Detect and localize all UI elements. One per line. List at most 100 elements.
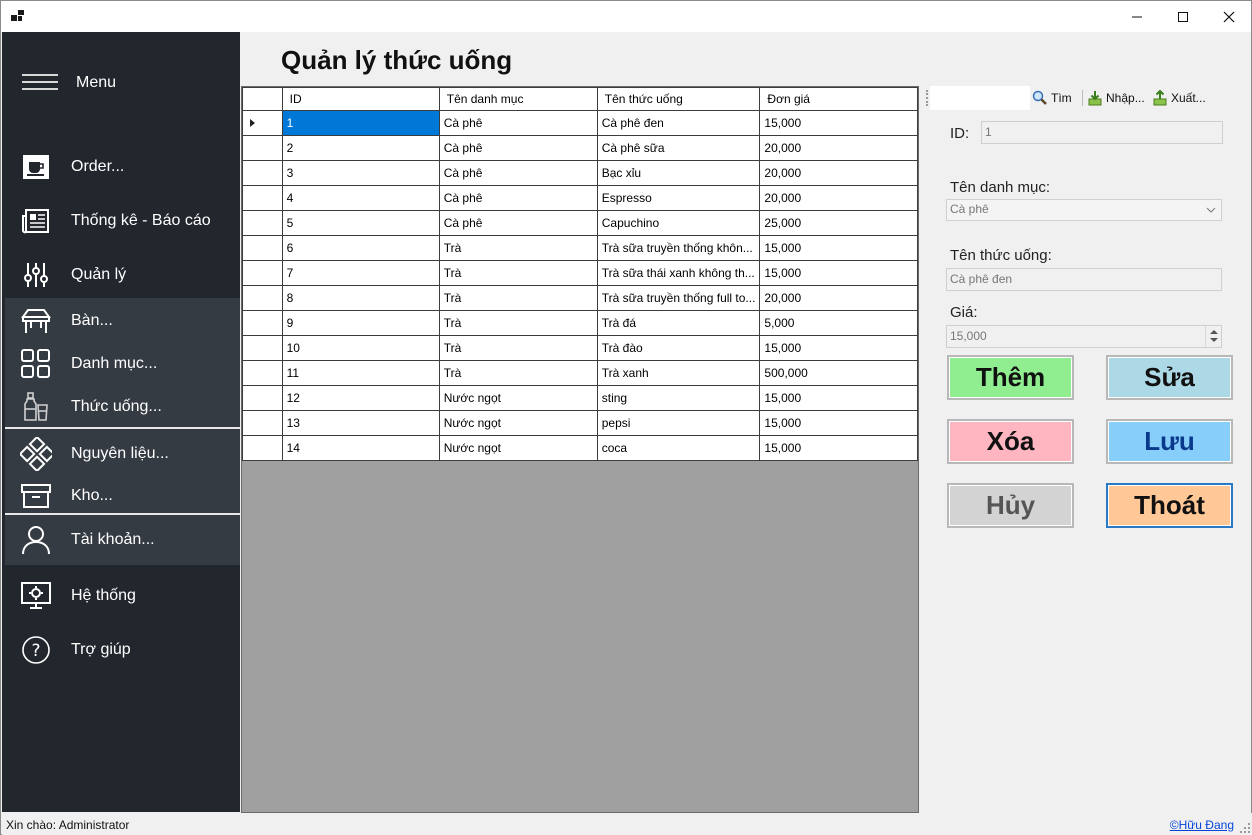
cell-id[interactable]: 3 (281, 160, 440, 186)
row-header[interactable] (242, 310, 283, 336)
cell-category[interactable]: Nước ngọt (438, 385, 598, 411)
table-row[interactable]: 3 Cà phê Bạc xỉu 20,000 (242, 160, 918, 186)
cell-price[interactable]: 15,000 (759, 260, 918, 286)
cell-name[interactable]: Cà phê đen (596, 110, 761, 136)
add-button[interactable]: Thêm (947, 355, 1074, 400)
sidebar-item-thong-ke[interactable]: Thống kê - Báo cáo (2, 199, 240, 243)
import-button[interactable]: Nhập... (1087, 89, 1145, 107)
sidebar-item-kho[interactable]: Kho... (2, 474, 240, 518)
cell-category[interactable]: Trà (438, 335, 598, 361)
cell-category[interactable]: Trà (438, 260, 598, 286)
cell-category[interactable]: Trà (438, 235, 598, 261)
chevron-down-icon[interactable] (1201, 200, 1221, 220)
row-header[interactable] (242, 435, 283, 461)
cell-price[interactable]: 15,000 (759, 110, 918, 136)
cell-name[interactable]: sting (596, 385, 761, 411)
id-field[interactable]: 1 (981, 121, 1223, 144)
row-header[interactable] (242, 360, 283, 386)
cell-price[interactable]: 15,000 (759, 410, 918, 436)
cell-name[interactable]: Trà đá (596, 310, 761, 336)
cell-price[interactable]: 500,000 (759, 360, 918, 386)
table-row[interactable]: 6 Trà Trà sữa truyền thống khôn... 15,000 (242, 235, 918, 261)
table-row[interactable]: 7 Trà Trà sữa thái xanh không th... 15,000 (242, 260, 918, 286)
row-header[interactable] (242, 185, 283, 211)
cell-category[interactable]: Cà phê (438, 110, 598, 136)
sidebar-item-he-thong[interactable]: Hệ thống (2, 574, 240, 618)
row-header[interactable] (242, 335, 283, 361)
cell-id[interactable]: 14 (281, 435, 440, 461)
table-row[interactable]: 13 Nước ngọt pepsi 15,000 (242, 410, 918, 436)
cell-id[interactable]: 12 (281, 385, 440, 411)
cell-price[interactable]: 15,000 (759, 235, 918, 261)
cell-category[interactable]: Nước ngọt (438, 435, 598, 461)
cell-id[interactable]: 5 (281, 210, 440, 236)
drinks-data-grid[interactable]: ID Tên danh mục Tên thức uống Đơn giá 1C… (241, 86, 919, 813)
sidebar-item-ban[interactable]: Bàn... (2, 299, 240, 343)
cell-price[interactable]: 20,000 (759, 160, 918, 186)
row-header[interactable] (242, 410, 283, 436)
sidebar-item-tai-khoan[interactable]: Tài khoản... (2, 518, 240, 562)
column-header-id[interactable]: ID (281, 87, 440, 111)
row-header[interactable] (242, 210, 283, 236)
cell-id[interactable]: 6 (281, 235, 440, 261)
table-row[interactable]: 10 Trà Trà đào 15,000 (242, 335, 918, 361)
sidebar-item-order[interactable]: Order... (2, 145, 240, 189)
table-row[interactable]: 9 Trà Trà đá 5,000 (242, 310, 918, 336)
cell-id[interactable]: 11 (281, 360, 440, 386)
sidebar-item-danh-muc[interactable]: Danh mục... (2, 342, 240, 386)
cell-price[interactable]: 15,000 (759, 435, 918, 461)
column-header-name[interactable]: Tên thức uống (596, 87, 761, 111)
table-row[interactable]: 11 Trà Trà xanh 500,000 (242, 360, 918, 386)
toolbar-grip[interactable] (926, 90, 929, 106)
table-row[interactable]: 12 Nước ngọt sting 15,000 (242, 385, 918, 411)
sidebar-item-thuc-uong[interactable]: Thức uống... (2, 385, 240, 429)
cell-price[interactable]: 20,000 (759, 285, 918, 311)
row-header[interactable] (242, 110, 283, 136)
sidebar-item-quan-ly[interactable]: Quản lý (2, 253, 240, 297)
spin-buttons[interactable] (1205, 326, 1221, 347)
search-button[interactable]: Tìm (1032, 89, 1072, 107)
cell-id[interactable]: 2 (281, 135, 440, 161)
cell-name[interactable]: Trà xanh (596, 360, 761, 386)
cell-name[interactable]: Trà sữa truyền thống khôn... (596, 235, 761, 261)
cancel-button[interactable]: Hủy (947, 483, 1074, 528)
cell-category[interactable]: Cà phê (438, 135, 598, 161)
cell-price[interactable]: 15,000 (759, 385, 918, 411)
table-row[interactable]: 1 Cà phê Cà phê đen 15,000 (242, 110, 918, 136)
row-header[interactable] (242, 285, 283, 311)
cell-category[interactable]: Trà (438, 285, 598, 311)
cell-price[interactable]: 20,000 (759, 185, 918, 211)
table-row[interactable]: 14 Nước ngọt coca 15,000 (242, 435, 918, 461)
menu-header[interactable]: Menu (2, 32, 240, 132)
sidebar-item-tro-giup[interactable]: ? Trợ giúp (2, 628, 240, 672)
sidebar-item-nguyen-lieu[interactable]: Nguyên liệu... (2, 432, 240, 476)
author-link[interactable]: ©Hữu Đang (1170, 818, 1234, 832)
cell-price[interactable]: 15,000 (759, 335, 918, 361)
cell-id[interactable]: 9 (281, 310, 440, 336)
category-select[interactable]: Cà phê (946, 199, 1222, 221)
hamburger-icon[interactable] (22, 72, 58, 92)
maximize-button[interactable] (1160, 1, 1206, 32)
drink-name-field[interactable]: Cà phê đen (946, 268, 1222, 291)
delete-button[interactable]: Xóa (947, 419, 1074, 464)
column-header-price[interactable]: Đơn giá (759, 87, 918, 111)
cell-category[interactable]: Trà (438, 360, 598, 386)
minimize-button[interactable] (1114, 1, 1160, 32)
cell-id[interactable]: 7 (281, 260, 440, 286)
save-button[interactable]: Lưu (1106, 419, 1233, 464)
cell-id[interactable]: 10 (281, 335, 440, 361)
cell-id[interactable]: 4 (281, 185, 440, 211)
row-header[interactable] (242, 260, 283, 286)
resize-grip-icon[interactable] (1240, 823, 1250, 833)
export-button[interactable]: Xuất... (1152, 89, 1206, 107)
cell-id[interactable]: 13 (281, 410, 440, 436)
table-row[interactable]: 8 Trà Trà sữa truyền thống full to... 20,00… (242, 285, 918, 311)
cell-price[interactable]: 25,000 (759, 210, 918, 236)
spin-up-icon[interactable] (1210, 330, 1218, 334)
cell-category[interactable]: Cà phê (438, 160, 598, 186)
toolbar-search-box[interactable] (930, 86, 1030, 110)
row-header[interactable] (242, 135, 283, 161)
cell-name[interactable]: Trà sữa thái xanh không th... (596, 260, 761, 286)
column-header-category[interactable]: Tên danh mục (438, 87, 598, 111)
cell-name[interactable]: Trà sữa truyền thống full to... (596, 285, 761, 311)
